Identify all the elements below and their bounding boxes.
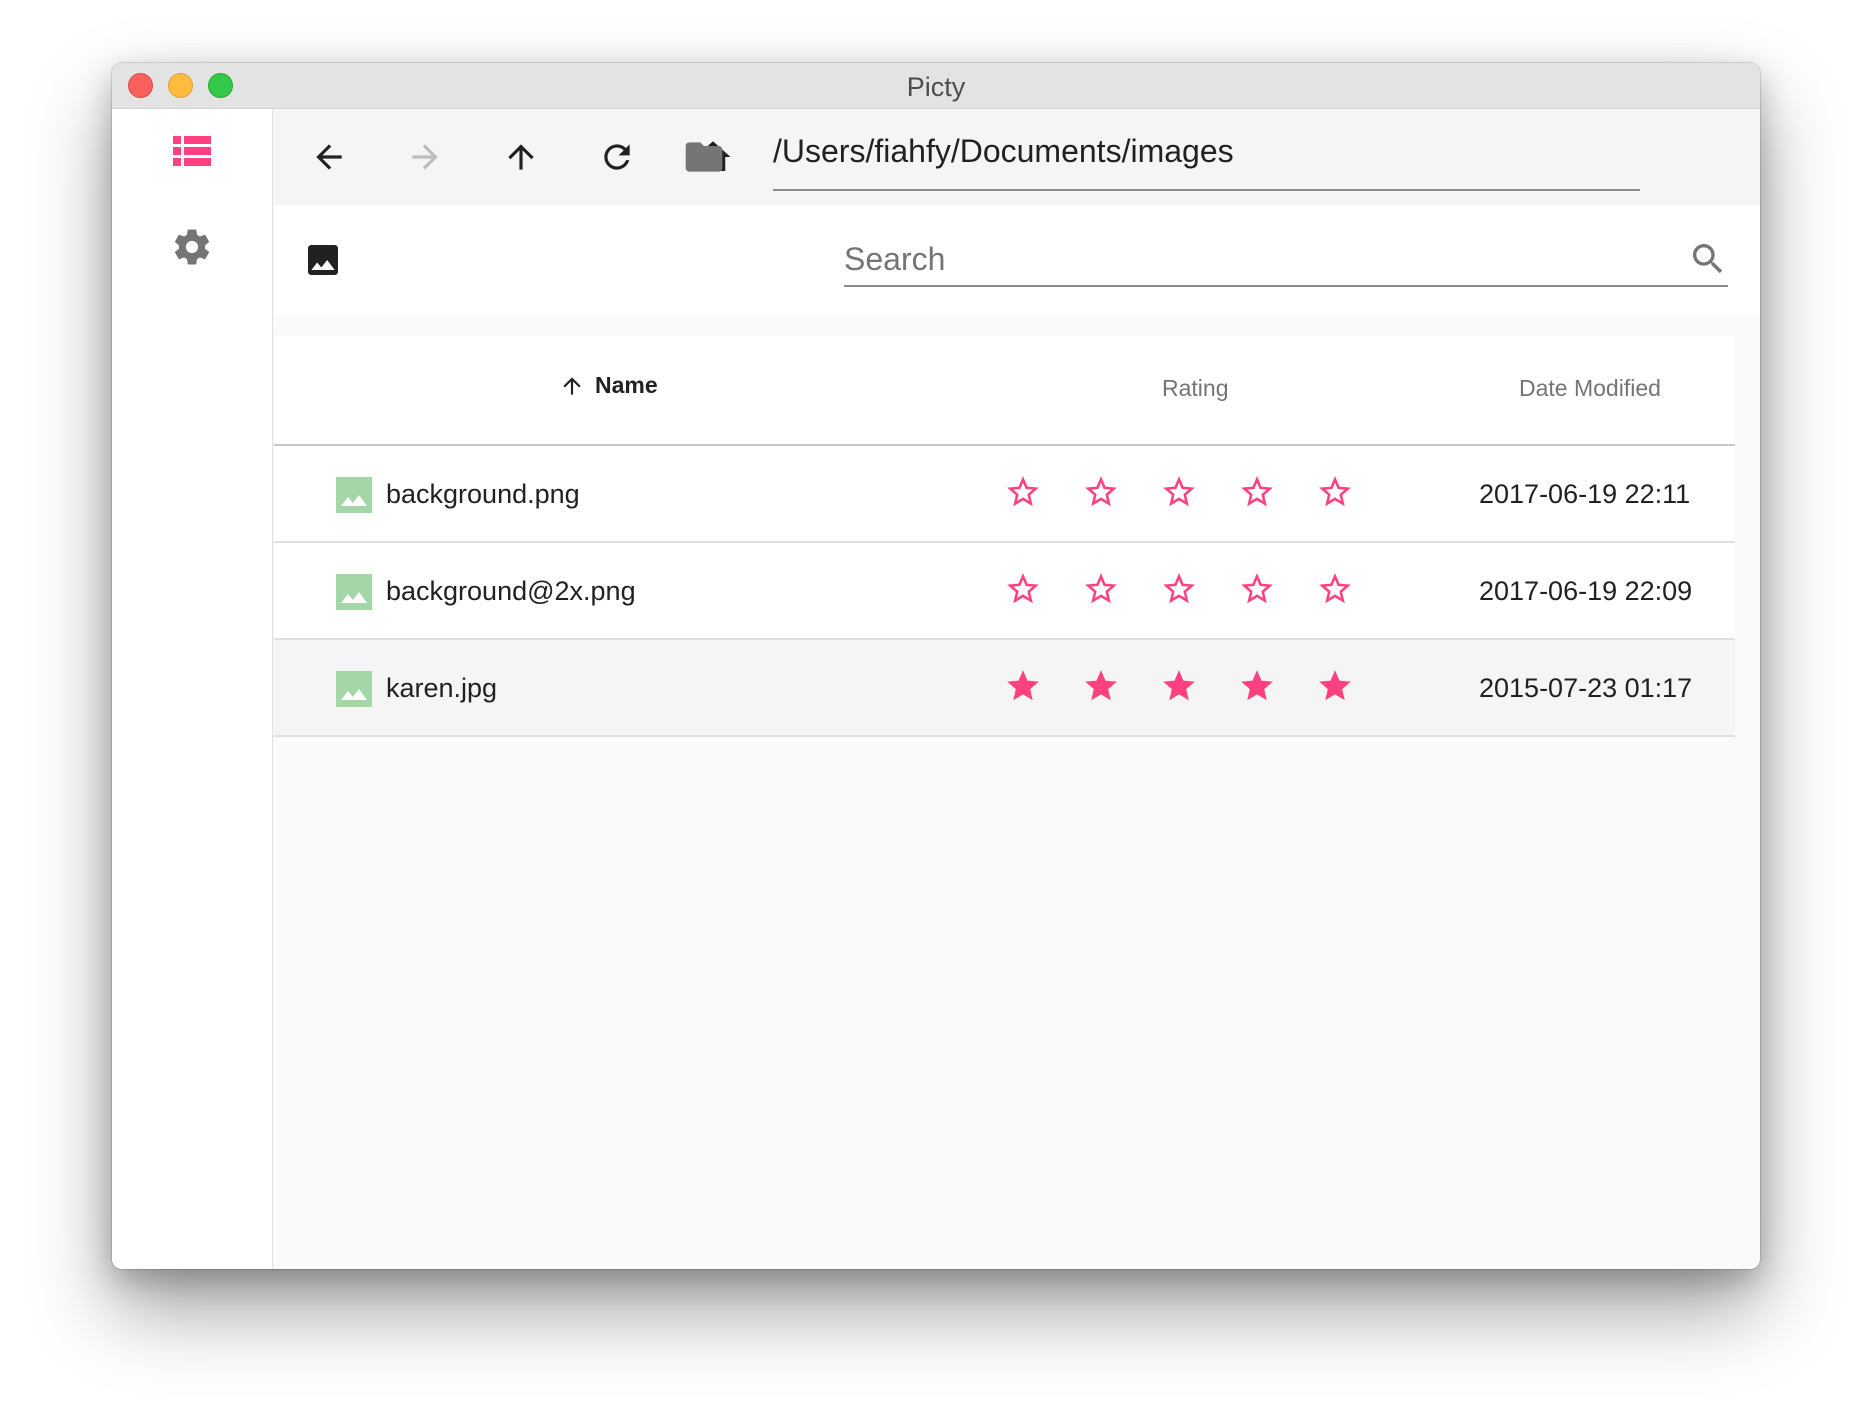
image-file-icon	[336, 574, 372, 615]
path-field[interactable]: /Users/fiahfy/Documents/images	[773, 109, 1640, 191]
search-input[interactable]	[844, 237, 1664, 281]
file-name: karen.jpg	[386, 673, 498, 703]
column-header-date[interactable]: Date Modified	[1519, 375, 1661, 402]
star-outline-icon[interactable]	[1160, 570, 1198, 608]
rating-stars	[1004, 667, 1354, 705]
star-outline-icon[interactable]	[1316, 570, 1354, 608]
table-row[interactable]: background@2x.png 2017-06-19 22:09	[274, 543, 1735, 640]
image-icon	[308, 245, 338, 275]
sidebar-item-settings[interactable]	[168, 223, 216, 271]
toolbar: /Users/fiahfy/Documents/images	[274, 109, 1760, 205]
parent-directory-button[interactable]	[497, 133, 545, 181]
column-header-rating[interactable]: Rating	[1162, 375, 1228, 402]
back-button[interactable]	[305, 133, 353, 181]
window-title: Picty	[906, 72, 966, 102]
sort-ascending-icon	[563, 376, 581, 395]
star-outline-icon[interactable]	[1082, 570, 1120, 608]
file-date-modified: 2015-07-23 01:17	[1479, 673, 1693, 703]
view-list-icon	[173, 136, 211, 166]
file-name: background.png	[386, 479, 580, 509]
refresh-button[interactable]	[593, 133, 641, 181]
filter-bar	[274, 205, 1760, 315]
column-header-name-label: Name	[595, 372, 658, 398]
rating-stars	[1004, 570, 1354, 608]
search-field	[844, 229, 1728, 287]
star-filled-icon[interactable]	[1082, 667, 1120, 705]
app-window: Picty /Users/fiahfy/Documents/images Sea…	[112, 63, 1760, 1269]
file-date-modified: 2017-06-19 22:09	[1479, 576, 1693, 606]
star-outline-icon[interactable]	[1316, 473, 1354, 511]
table-row[interactable]: background.png 2017-06-19 22:11	[274, 446, 1735, 543]
star-filled-icon[interactable]	[1238, 667, 1276, 705]
star-outline-icon[interactable]	[1238, 570, 1276, 608]
star-outline-icon[interactable]	[1004, 473, 1042, 511]
arrow-forward-icon	[412, 144, 438, 170]
search-icon[interactable]	[1688, 239, 1728, 279]
image-file-icon	[336, 671, 372, 712]
table-body: background.png 2017-06-19 22:11 background…	[274, 446, 1735, 737]
file-table: Name Rating Date Modified background.png…	[274, 335, 1735, 737]
title-bar[interactable]: Picty	[112, 63, 1760, 109]
rating-stars	[1004, 473, 1354, 511]
file-name: background@2x.png	[386, 576, 636, 606]
star-filled-icon[interactable]	[1160, 667, 1198, 705]
arrow-back-icon	[316, 144, 342, 170]
star-outline-icon[interactable]	[1238, 473, 1276, 511]
star-filled-icon[interactable]	[1316, 667, 1354, 705]
sidebar	[112, 109, 273, 1269]
star-outline-icon[interactable]	[1160, 473, 1198, 511]
sidebar-item-explorer[interactable]	[168, 127, 216, 175]
path-input[interactable]: /Users/fiahfy/Documents/images	[773, 133, 1234, 170]
arrow-up-icon	[508, 144, 534, 170]
table-row[interactable]: karen.jpg 2015-07-23 01:17	[274, 640, 1735, 737]
star-outline-icon[interactable]	[1004, 570, 1042, 608]
image-file-icon	[336, 477, 372, 518]
folder-icon	[685, 142, 723, 172]
star-outline-icon[interactable]	[1082, 473, 1120, 511]
star-filled-icon[interactable]	[1004, 667, 1042, 705]
file-date-modified: 2017-06-19 22:11	[1479, 479, 1691, 509]
refresh-icon	[604, 144, 630, 170]
gear-icon	[174, 229, 210, 265]
column-header-name[interactable]: Name	[559, 372, 658, 399]
forward-button[interactable]	[401, 133, 449, 181]
table-header: Name Rating Date Modified	[274, 335, 1735, 446]
